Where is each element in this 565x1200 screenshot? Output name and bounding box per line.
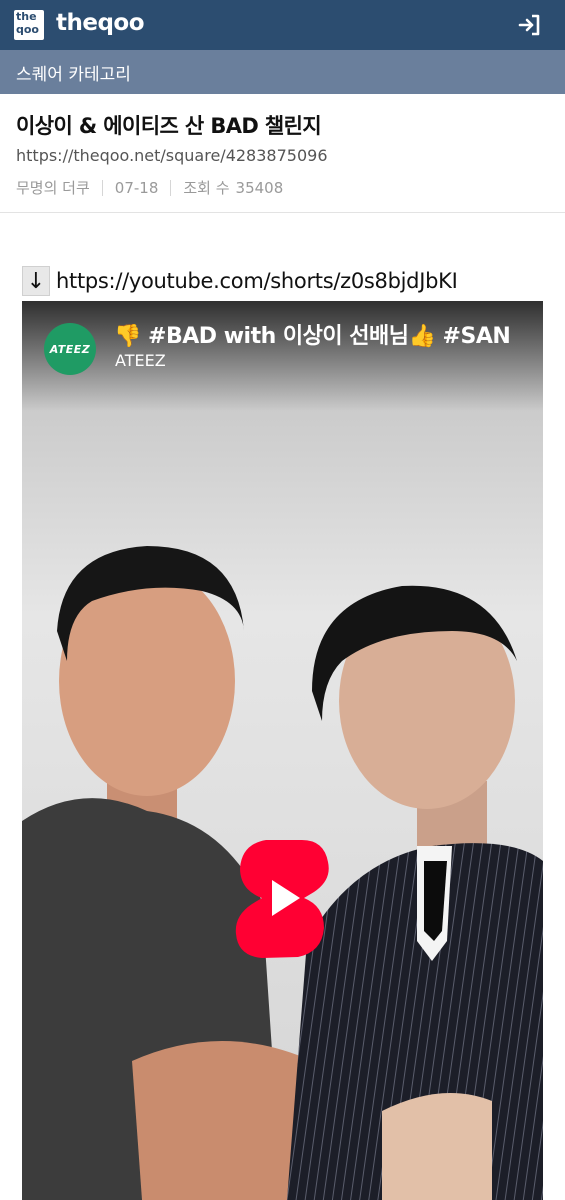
logo-text-bottom: qoo (16, 23, 39, 36)
video-title[interactable]: 👎 #BAD with 이상이 선배님👍 #SAN (114, 318, 514, 350)
youtube-shorts-embed[interactable]: ATEEZ 👎 #BAD with 이상이 선배님👍 #SAN ATEEZ (22, 301, 543, 1200)
post-date: 07-18 (114, 178, 159, 197)
content-link-line: ↓ https://youtube.com/shorts/z0s8bjdJbKI (22, 266, 458, 296)
meta-divider (170, 179, 172, 196)
youtube-link[interactable]: https://youtube.com/shorts/z0s8bjdJbKI (56, 269, 458, 293)
post-url[interactable]: https://theqoo.net/square/4283875096 (16, 146, 328, 165)
top-nav-bar: the qoo theqoo (0, 0, 565, 50)
post-views-label: 조회 수 (183, 179, 230, 197)
post-meta: 무명의 더쿠 07-18 조회 수 35408 (16, 177, 283, 198)
youtube-shorts-play-icon[interactable] (232, 836, 332, 961)
down-arrow-icon: ↓ (22, 266, 50, 296)
header-divider (0, 212, 565, 213)
site-brand[interactable]: theqoo (56, 10, 145, 36)
category-bar[interactable]: 스퀘어 카테고리 (0, 50, 565, 94)
video-channel-name[interactable]: ATEEZ (115, 351, 166, 370)
video-thumbnail (22, 301, 543, 1200)
avatar-text: ATEEZ (49, 342, 91, 356)
logo-text-top: the (16, 10, 37, 23)
login-icon[interactable] (517, 12, 543, 38)
theqoo-logo[interactable]: the qoo (14, 10, 44, 40)
post-title: 이상이 & 에이티즈 산 BAD 챌린지 (16, 114, 322, 138)
post-views: 35408 (235, 178, 284, 197)
channel-avatar[interactable]: ATEEZ (44, 323, 96, 375)
meta-divider (101, 179, 103, 196)
category-label: 스퀘어 카테고리 (16, 64, 131, 85)
post-author: 무명의 더쿠 (16, 179, 90, 197)
